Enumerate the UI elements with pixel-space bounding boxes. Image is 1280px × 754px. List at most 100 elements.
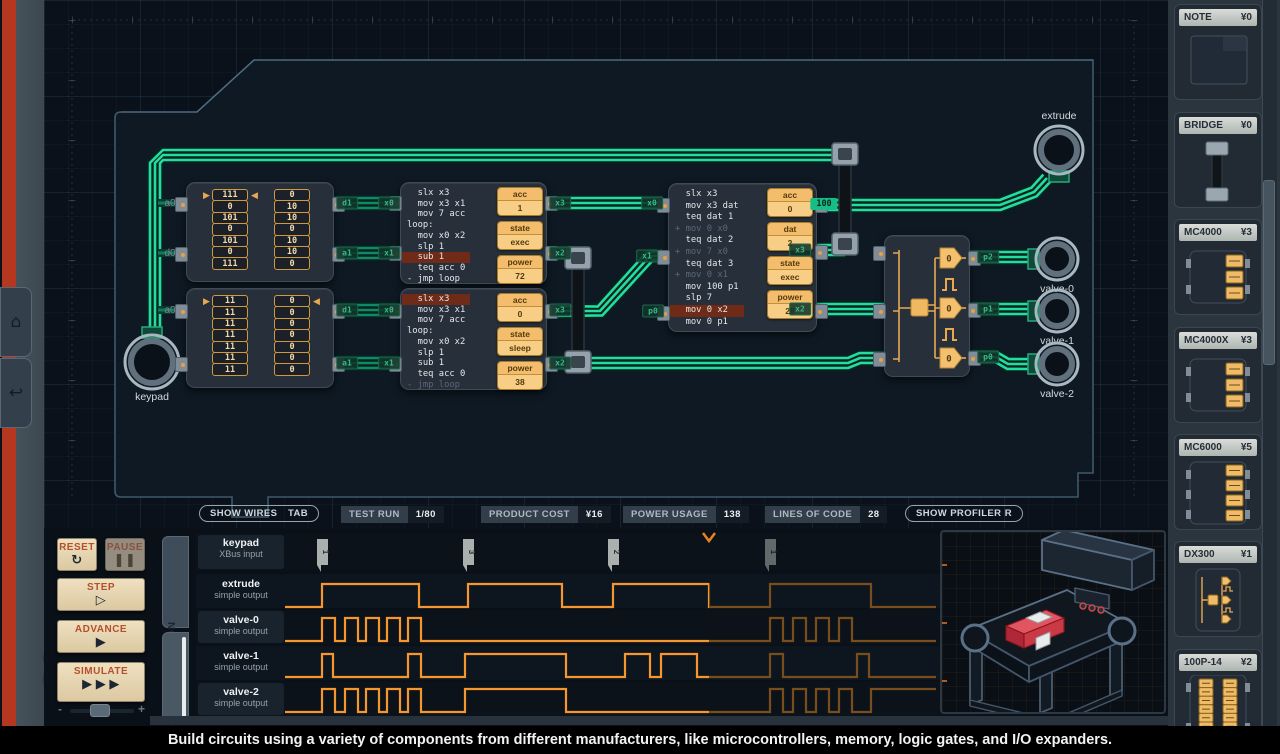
memory-cell: 0 — [274, 257, 310, 269]
part-name: MC4000X — [1184, 335, 1228, 346]
stat-label: PRODUCT COST — [481, 506, 578, 523]
memory-cell: 0 — [274, 329, 310, 341]
pause-button[interactable]: PAUSE❚❚ — [105, 538, 145, 571]
expander-core — [911, 299, 928, 316]
code-line: + mov 0 x0 — [675, 224, 739, 236]
playhead-cursor[interactable] — [703, 533, 715, 541]
stat-test-run: TEST RUN1/80 — [341, 506, 444, 523]
register-value: sleep — [498, 341, 542, 355]
register-value: 0 — [768, 202, 812, 216]
code-line: + mov 7 x0 — [675, 247, 739, 259]
gate-expander-chip[interactable]: 000 — [884, 235, 970, 377]
register-name: state — [768, 257, 812, 270]
sidebar-scrollbar-thumb[interactable] — [1263, 180, 1275, 365]
part-card-dx300[interactable]: DX300¥1 — [1174, 541, 1262, 637]
chip-pin — [175, 197, 188, 212]
simulate-button[interactable]: SIMULATE▶ ▶ ▶ — [57, 662, 145, 702]
signal-label-valve-2: valve-2simple output — [198, 683, 284, 715]
stat-value: 138 — [716, 506, 749, 523]
wire-tag-x2: x2 — [789, 303, 811, 316]
stat-label: SHOW WIRES — [210, 508, 277, 519]
button-label: SIMULATE — [58, 666, 144, 677]
stat-power-usage: POWER USAGE138 — [623, 506, 749, 523]
chip-code: slx x3 mov x3 x1 mov 7 accloop: mov x0 x… — [407, 294, 465, 390]
wire-tag-x1: x1 — [636, 250, 658, 263]
input-marker-flag: 1 — [317, 539, 330, 572]
code-line: slp 1 — [407, 348, 465, 359]
show-profiler-button[interactable]: SHOW PROFILER R — [905, 505, 1023, 522]
reset-button[interactable]: RESET↻ — [57, 538, 97, 571]
code-line: mov x0 x2 — [407, 337, 465, 348]
show-wires-button[interactable]: SHOW WIRESTAB — [199, 505, 319, 522]
tab-information[interactable]: INFORMATION — [162, 536, 189, 628]
memory-cell: 11 — [212, 329, 248, 341]
memory-pointer-in-icon: ▶ — [203, 297, 210, 307]
part-card-mc6000[interactable]: MC6000¥5 — [1174, 434, 1262, 530]
button-label: PAUSE — [106, 542, 144, 553]
caption-bar: Build circuits using a variety of compon… — [0, 726, 1280, 754]
register-name: state — [498, 328, 542, 341]
step-button[interactable]: STEP▷ — [57, 578, 145, 611]
memory-column: 01010010100 — [274, 190, 310, 270]
memory-chip-1[interactable]: 111111111111110000000▶◀ — [186, 288, 334, 388]
code-line: teq dat 1 — [675, 212, 739, 224]
part-name: MC6000 — [1184, 442, 1222, 453]
wire-tag-x3: x3 — [549, 197, 571, 210]
signal-label-valve-1: valve-1simple output — [198, 647, 284, 679]
conveyor-machine-drawing — [942, 532, 1164, 712]
wire-tag-x0: x0 — [641, 197, 663, 210]
register-state: stateexec — [767, 256, 813, 285]
chip-pin — [815, 245, 828, 260]
register-power: power38 — [497, 361, 543, 390]
nozzle-icon — [1098, 607, 1104, 613]
part-thumbnail-mc4000 — [1175, 245, 1261, 313]
part-price: ¥0 — [1241, 120, 1252, 131]
wire-tag-x0: x0 — [378, 197, 400, 210]
memory-cell: 0 — [212, 200, 248, 212]
memory-pointer-in-icon: ▶ — [203, 191, 210, 201]
part-card-mc4000x[interactable]: MC4000X¥3 — [1174, 327, 1262, 423]
code-line: mov 7 acc — [407, 209, 465, 220]
nozzle-icon — [1089, 605, 1095, 611]
gate-value: 0 — [946, 305, 951, 315]
svg-text:3: 3 — [467, 550, 476, 555]
signal-type: simple output — [198, 662, 284, 672]
wire-tag-p1: p1 — [977, 303, 999, 316]
register-name: dat — [768, 223, 812, 236]
signal-type: XBus input — [198, 549, 284, 559]
tab-verification[interactable]: VERIFICATION — [162, 632, 189, 722]
chip-pin — [873, 352, 886, 367]
stat-label: SHOW PROFILER — [916, 508, 1001, 519]
memory-chip-0[interactable]: 11101010101011101010010100▶◀ — [186, 182, 334, 282]
console-bottom-edge — [150, 716, 1168, 725]
register-value: 38 — [498, 375, 542, 389]
speed-slider-thumb[interactable] — [90, 704, 110, 717]
register-name: power — [498, 362, 542, 375]
memory-cell: 111 — [212, 257, 248, 269]
microcontroller-chip-0[interactable]: slx x3 mov x3 x1 mov 7 accloop: mov x0 x… — [400, 182, 547, 284]
register-name: state — [498, 222, 542, 235]
advance-button[interactable]: ADVANCE▶ — [57, 620, 145, 653]
part-card-mc4000[interactable]: MC4000¥3 — [1174, 219, 1262, 315]
code-line: mov x0 x2 — [407, 231, 465, 242]
chip-registers: acc0statesleeppower38 — [497, 293, 543, 390]
wire-tag-p2: p2 — [977, 251, 999, 264]
stat-hotkey: R — [1005, 508, 1012, 519]
button-label: STEP — [58, 582, 144, 593]
stat-lines-of-code: LINES OF CODE28 — [765, 506, 887, 523]
register-acc: acc0 — [767, 188, 813, 217]
part-card-bridge[interactable]: BRIDGE¥0 — [1174, 112, 1262, 208]
code-line: + mov 0 x1 — [675, 270, 739, 282]
signal-name: valve-1 — [198, 650, 284, 662]
stat-label: LINES OF CODE — [765, 506, 860, 523]
button-label: RESET — [58, 542, 96, 553]
code-line: mov 0 p1 — [675, 317, 739, 329]
wire-tag-x3: x3 — [789, 244, 811, 257]
part-price: ¥0 — [1241, 12, 1252, 23]
active-tab-stripe — [182, 637, 186, 717]
wire-value-label: 100 — [810, 198, 837, 210]
part-card-note[interactable]: NOTE¥0 — [1174, 4, 1262, 100]
microcontroller-chip-1[interactable]: slx x3 mov x3 x1 mov 7 accloop: mov x0 x… — [400, 288, 547, 390]
signal-type: simple output — [198, 590, 284, 600]
memory-column: 111010101010111 — [212, 190, 248, 270]
